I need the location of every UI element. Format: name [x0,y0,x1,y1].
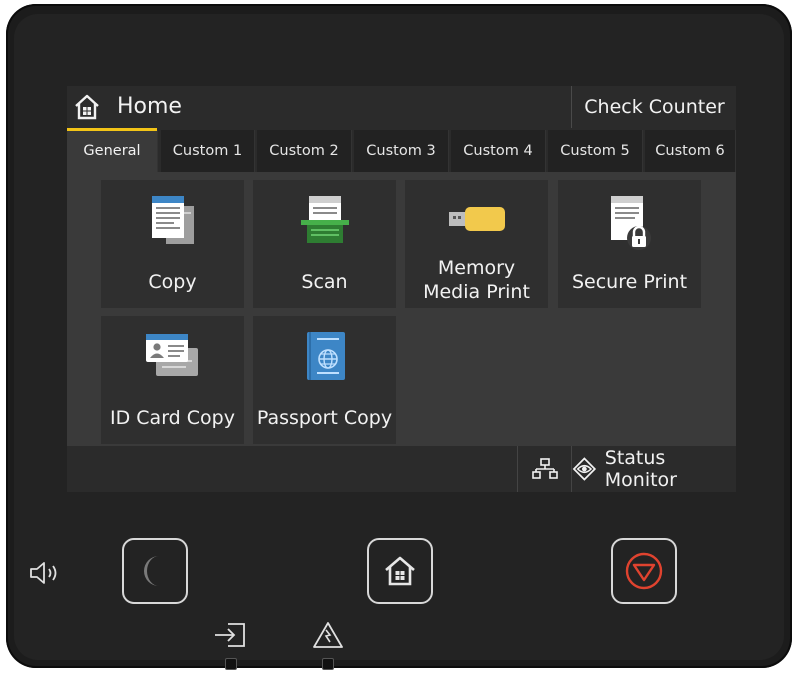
status-monitor-button[interactable]: Status Monitor [571,446,736,492]
page-title: Home [117,94,182,119]
tab-custom-6[interactable]: Custom 6 [645,130,736,172]
tab-general[interactable]: General [67,128,158,172]
energy-saver-button[interactable] [122,538,188,604]
printer-control-panel: Home Check Counter General Custom 1 Cust… [6,4,792,670]
secure-print-tile[interactable]: Secure Print [558,180,701,308]
tab-custom-1[interactable]: Custom 1 [161,130,255,172]
scan-tile[interactable]: Scan [253,180,396,308]
home-hardware-button[interactable] [367,538,433,604]
memory-media-print-label-line2: Media Print [423,281,530,303]
scan-icon [300,196,349,243]
error-indicator [311,620,345,654]
home-icon [385,556,415,586]
passport-icon [306,332,345,380]
id-card-copy-label: ID Card Copy [110,407,235,429]
network-icon [532,458,558,479]
data-in-icon [215,623,245,647]
id-card-icon [145,334,198,376]
error-led [322,658,334,670]
touch-screen: Home Check Counter General Custom 1 Cust… [67,86,736,492]
passport-copy-tile[interactable]: Passport Copy [253,316,396,444]
volume-button[interactable] [28,560,64,590]
tab-custom-4[interactable]: Custom 4 [451,130,546,172]
id-card-copy-tile[interactable]: ID Card Copy [101,316,244,444]
usb-memory-icon [448,207,505,231]
stop-icon [625,552,663,590]
status-bar: Status Monitor [67,446,736,492]
header-bar: Home Check Counter [67,86,736,128]
home-icon [75,94,99,120]
secure-print-icon [610,196,651,250]
tab-custom-5[interactable]: Custom 5 [548,130,643,172]
data-led [225,658,237,670]
secure-print-label: Secure Print [571,271,688,293]
warning-icon [313,622,343,648]
check-counter-button[interactable]: Check Counter [571,86,736,128]
memory-media-print-label-line1: Memory [437,257,516,279]
copy-tile[interactable]: Copy [101,180,244,308]
tab-bar: General Custom 1 Custom 2 Custom 3 Custo… [67,128,736,172]
moon-icon [144,556,159,586]
status-monitor-icon [572,457,597,481]
network-button[interactable] [517,446,572,492]
status-monitor-label: Status Monitor [604,447,677,491]
data-indicator [212,620,248,654]
speaker-icon [30,562,57,584]
memory-media-print-tile[interactable]: Memory Media Print [405,180,548,308]
copy-icon [151,196,194,244]
scan-label: Scan [301,271,348,293]
stop-button[interactable] [611,538,677,604]
tab-custom-3[interactable]: Custom 3 [354,130,449,172]
tab-custom-2[interactable]: Custom 2 [257,130,352,172]
passport-copy-label: Passport Copy [256,407,393,429]
copy-label: Copy [148,271,197,293]
